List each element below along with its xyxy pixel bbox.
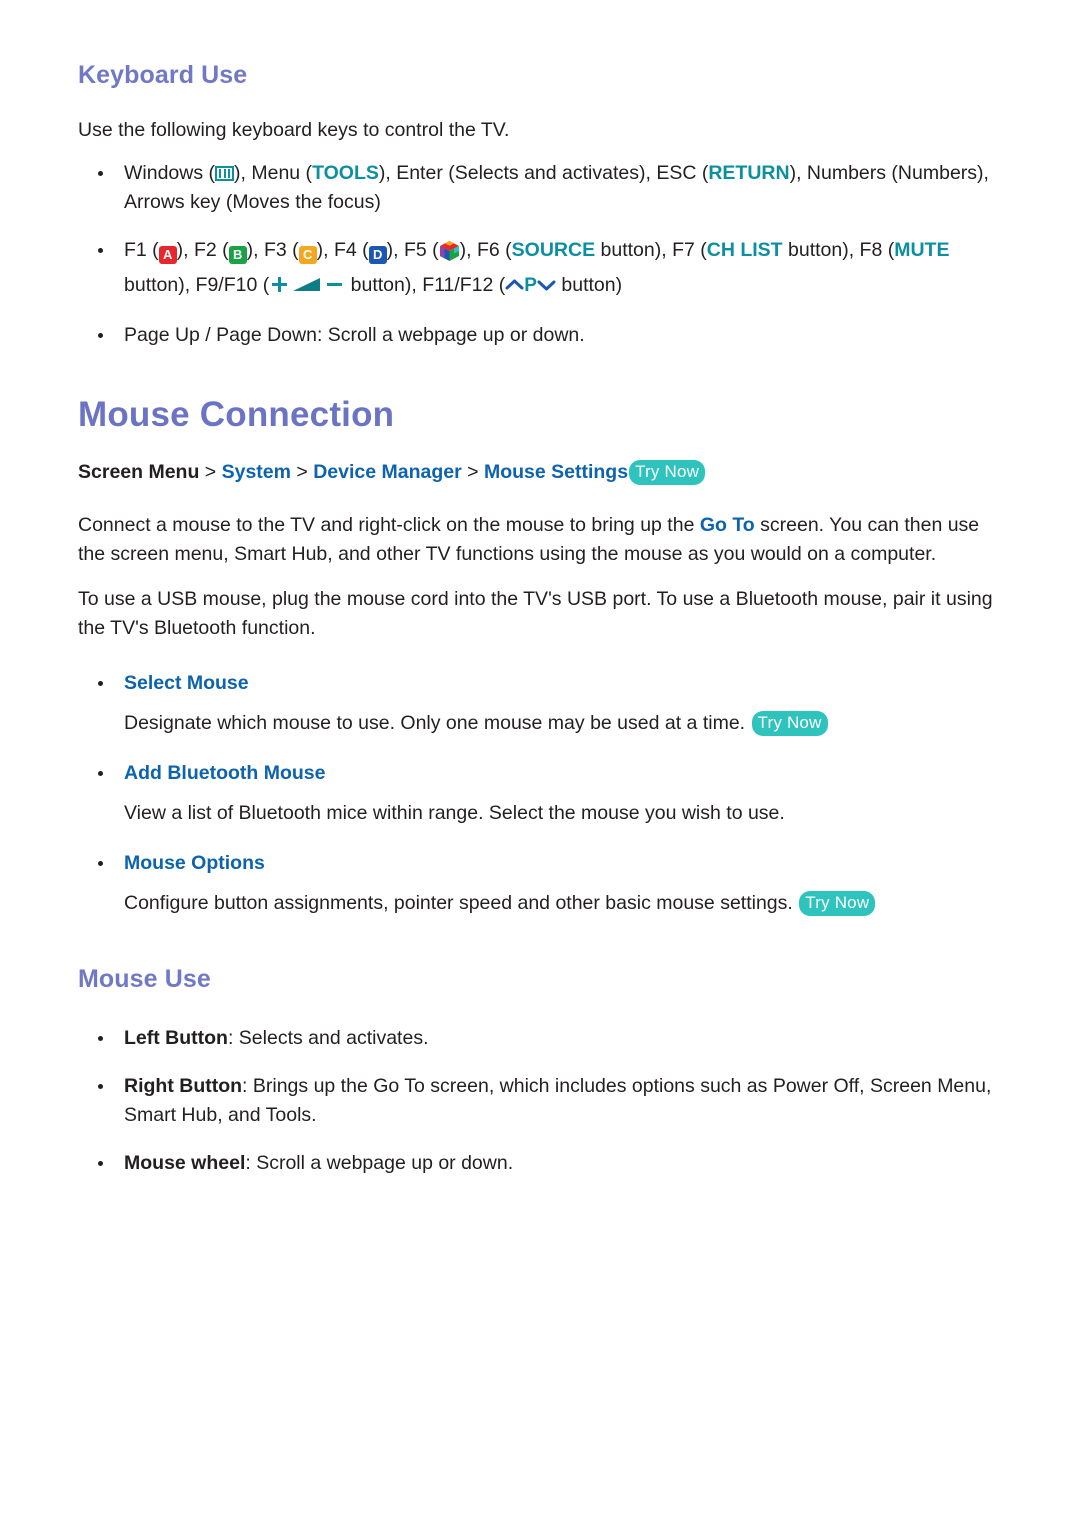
list-item-page-updown: Page Up / Page Down: Scroll a webpage up… <box>78 321 1002 350</box>
fkeys-tail-text: button) <box>555 273 623 296</box>
list-item-left-button: Left Button: Selects and activates. <box>78 1024 1002 1053</box>
mouse-connection-paragraph-1: Connect a mouse to the TV and right-clic… <box>78 511 1002 569</box>
breadcrumb-separator-2: > <box>290 461 314 483</box>
mouse-connection-paragraph-2: To use a USB mouse, plug the mouse cord … <box>78 588 993 639</box>
red-a-button-icon: A <box>158 245 177 264</box>
right-button-text: : Brings up the Go To screen, which incl… <box>124 1074 992 1126</box>
list-item-function-keys: F1 (A), F2 (B), F3 (C), F4 (D), F5 ( ), F… <box>78 236 1002 302</box>
option-title-add-bluetooth-mouse[interactable]: Add Bluetooth Mouse <box>78 759 1002 788</box>
mouse-use-list: Left Button: Selects and activates. Righ… <box>78 1024 1002 1178</box>
breadcrumb-item-device-manager[interactable]: Device Manager <box>313 461 462 483</box>
document-page: Keyboard Use Use the following keyboard … <box>0 0 1080 1527</box>
option-description-select-mouse: Designate which mouse to use. Only one m… <box>78 709 1002 738</box>
volume-wedge-icon <box>292 276 322 298</box>
ch-list-key-label: CH LIST <box>706 238 783 261</box>
breadcrumb-separator-1: > <box>199 461 222 483</box>
option-description-add-bluetooth-mouse: View a list of Bluetooth mice within ran… <box>124 802 785 824</box>
f8-label: button), F8 ( <box>782 238 895 261</box>
breadcrumb: Screen Menu > System > Device Manager > … <box>78 458 1002 487</box>
list-item-mouse-options: Mouse Options Configure button assignmen… <box>78 849 1002 918</box>
mute-key-label: MUTE <box>894 238 950 261</box>
paragraph-1-part-a: Connect a mouse to the TV and right-clic… <box>78 514 700 536</box>
volume-plus-icon <box>271 276 288 298</box>
breadcrumb-separator-3: > <box>461 461 484 483</box>
page-title-mouse-connection: Mouse Connection <box>78 394 395 434</box>
try-now-badge-mouse-settings[interactable]: Try Now <box>629 460 706 485</box>
left-button-label: Left Button <box>124 1026 228 1049</box>
f4-label: ), F4 ( <box>316 238 369 261</box>
page-title-keyboard-use: Keyboard Use <box>78 61 248 89</box>
source-key-label: SOURCE <box>511 238 596 261</box>
f9-f10-label: button), F9/F10 ( <box>124 273 270 296</box>
go-to-link[interactable]: Go To <box>700 514 755 536</box>
page-title-mouse-use: Mouse Use <box>78 965 211 993</box>
list-item-select-mouse: Select Mouse Designate which mouse to us… <box>78 669 1002 738</box>
f1-label: F1 ( <box>124 238 159 261</box>
windows-menu-icon <box>215 165 235 181</box>
try-now-badge-mouse-options[interactable]: Try Now <box>799 891 876 916</box>
mouse-settings-option-list: Select Mouse Designate which mouse to us… <box>78 669 1002 918</box>
option-title-select-mouse[interactable]: Select Mouse <box>78 669 1002 698</box>
breadcrumb-item-system[interactable]: System <box>222 461 291 483</box>
f7-label: button), F7 ( <box>595 238 707 261</box>
keyboard-key-list: Windows ( ), Menu (TOOLS), Enter (Selects… <box>78 159 1002 350</box>
list-item-windows-keys: Windows ( ), Menu (TOOLS), Enter (Selects… <box>78 159 1002 217</box>
enter-esc-text: ), Enter (Selects and activates), ESC ( <box>378 161 709 184</box>
channel-up-icon <box>505 276 524 298</box>
breadcrumb-root: Screen Menu <box>78 461 200 483</box>
windows-key-label: Windows ( <box>124 161 216 184</box>
list-item-mouse-wheel: Mouse wheel: Scroll a webpage up or down… <box>78 1149 1002 1178</box>
blue-d-button-icon: D <box>368 245 387 264</box>
f11-f12-label: button), F11/F12 ( <box>345 273 506 296</box>
smart-hub-icon <box>439 240 460 267</box>
after-windows-text: ), Menu ( <box>234 161 313 184</box>
return-key-label: RETURN <box>708 161 790 184</box>
f6-label: ), F6 ( <box>459 238 512 261</box>
option-description-mouse-options: Configure button assignments, pointer sp… <box>78 889 1002 918</box>
option-description-text: Configure button assignments, pointer sp… <box>124 892 793 914</box>
breadcrumb-item-mouse-settings[interactable]: Mouse Settings <box>484 461 628 483</box>
list-item-right-button: Right Button: Brings up the Go To screen… <box>78 1072 1002 1130</box>
left-button-text: : Selects and activates. <box>227 1026 429 1049</box>
channel-down-icon <box>537 276 556 298</box>
list-item-add-bluetooth-mouse: Add Bluetooth Mouse View a list of Bluet… <box>78 759 1002 828</box>
option-title-mouse-options[interactable]: Mouse Options <box>78 849 1002 878</box>
f5-label: ), F5 ( <box>386 238 439 261</box>
right-button-label: Right Button <box>124 1074 243 1097</box>
tools-key-label: TOOLS <box>312 161 379 184</box>
f3-label: ), F3 ( <box>246 238 299 261</box>
green-b-button-icon: B <box>228 245 247 264</box>
option-description-text: Designate which mouse to use. Only one m… <box>124 712 746 734</box>
yellow-c-button-icon: C <box>298 245 317 264</box>
mouse-wheel-text: : Scroll a webpage up or down. <box>245 1151 514 1174</box>
try-now-badge-select-mouse[interactable]: Try Now <box>751 711 828 736</box>
mouse-wheel-label: Mouse wheel <box>124 1151 246 1174</box>
f2-label: ), F2 ( <box>176 238 229 261</box>
keyboard-intro-text: Use the following keyboard keys to contr… <box>78 118 510 141</box>
channel-p-label: P <box>524 274 537 296</box>
volume-minus-icon <box>326 276 343 298</box>
